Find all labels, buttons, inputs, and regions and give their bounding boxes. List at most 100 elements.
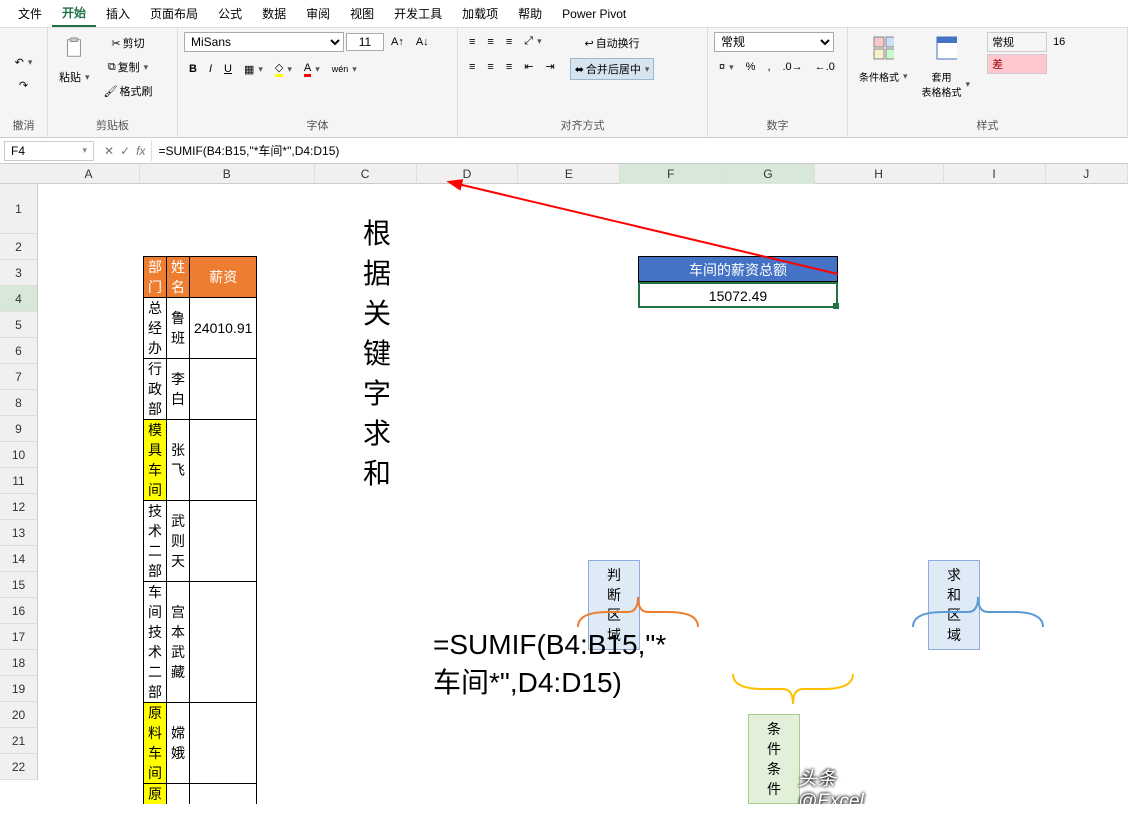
- row-header-22[interactable]: 22: [0, 754, 37, 780]
- table-cell[interactable]: 行政部: [144, 359, 167, 420]
- table-cell[interactable]: 李白: [167, 359, 190, 420]
- col-header-A[interactable]: A: [38, 164, 140, 184]
- table-cell[interactable]: 刘备: [167, 784, 190, 805]
- row-header-17[interactable]: 17: [0, 624, 37, 650]
- conditional-format-button[interactable]: [867, 32, 899, 64]
- row-header-10[interactable]: 10: [0, 442, 37, 468]
- format-painter-button[interactable]: 🖌格式刷: [99, 80, 158, 102]
- fill-color-button[interactable]: ◇: [270, 58, 297, 80]
- row-header-13[interactable]: 13: [0, 520, 37, 546]
- table-cell[interactable]: 张飞: [167, 420, 190, 501]
- row-header-2[interactable]: 2: [0, 234, 37, 260]
- italic-button[interactable]: I: [204, 60, 217, 78]
- comma-button[interactable]: ,: [762, 58, 775, 76]
- table-cell[interactable]: 武则天: [167, 501, 190, 582]
- decrease-font-button[interactable]: A↓: [411, 33, 434, 51]
- table-cell[interactable]: 24010.91: [190, 298, 257, 359]
- wrap-text-button[interactable]: ↩自动换行: [570, 32, 655, 54]
- row-header-11[interactable]: 11: [0, 468, 37, 494]
- style-normal[interactable]: 常规: [987, 32, 1047, 52]
- row-header-6[interactable]: 6: [0, 338, 37, 364]
- row-header-1[interactable]: 1: [0, 184, 37, 234]
- align-middle-button[interactable]: ≡: [482, 33, 498, 51]
- col-header-G[interactable]: G: [722, 164, 814, 184]
- menu-tab-10[interactable]: 帮助: [508, 1, 552, 26]
- menu-tab-7[interactable]: 视图: [340, 1, 384, 26]
- percent-button[interactable]: %: [741, 58, 761, 76]
- confirm-icon[interactable]: ✓: [120, 144, 130, 158]
- phonetic-button[interactable]: wén: [327, 61, 362, 78]
- col-header-I[interactable]: I: [944, 164, 1046, 184]
- menu-tab-11[interactable]: Power Pivot: [552, 3, 636, 25]
- table-cell[interactable]: [190, 582, 257, 703]
- col-header-D[interactable]: D: [417, 164, 519, 184]
- formula-input[interactable]: =SUMIF(B4:B15,"*车间*",D4:D15): [151, 140, 1128, 161]
- table-cell[interactable]: 原料车间: [144, 784, 167, 805]
- table-cell[interactable]: [190, 703, 257, 784]
- col-header-H[interactable]: H: [815, 164, 944, 184]
- cut-button[interactable]: ✂剪切: [99, 32, 158, 54]
- align-bottom-button[interactable]: ≡: [501, 33, 517, 51]
- menu-tab-5[interactable]: 数据: [252, 1, 296, 26]
- col-header-F[interactable]: F: [620, 164, 722, 184]
- decrease-decimal-button[interactable]: ←.0: [810, 58, 840, 76]
- menu-tab-6[interactable]: 审阅: [296, 1, 340, 26]
- table-cell[interactable]: 嫦娥: [167, 703, 190, 784]
- row-header-4[interactable]: 4: [0, 286, 37, 312]
- row-header-5[interactable]: 5: [0, 312, 37, 338]
- table-cell[interactable]: 原料车间: [144, 703, 167, 784]
- table-cell[interactable]: [190, 501, 257, 582]
- row-header-12[interactable]: 12: [0, 494, 37, 520]
- bold-button[interactable]: B: [184, 60, 202, 78]
- font-name-select[interactable]: MiSans: [184, 32, 344, 52]
- row-header-8[interactable]: 8: [0, 390, 37, 416]
- style-bad[interactable]: 差: [987, 54, 1047, 74]
- align-top-button[interactable]: ≡: [464, 33, 480, 51]
- copy-button[interactable]: ⧉复制: [99, 56, 158, 78]
- table-cell[interactable]: 总经办: [144, 298, 167, 359]
- table-cell[interactable]: 鲁班: [167, 298, 190, 359]
- paste-label[interactable]: 粘贴: [54, 66, 95, 88]
- row-header-21[interactable]: 21: [0, 728, 37, 754]
- fx-icon[interactable]: fx: [136, 144, 145, 158]
- row-header-3[interactable]: 3: [0, 260, 37, 286]
- indent-increase-button[interactable]: ⇥: [540, 57, 559, 76]
- menu-tab-0[interactable]: 文件: [8, 1, 52, 26]
- increase-decimal-button[interactable]: .0→: [778, 58, 808, 76]
- col-header-B[interactable]: B: [140, 164, 315, 184]
- table-cell[interactable]: [190, 420, 257, 501]
- paste-button[interactable]: [58, 32, 90, 64]
- col-header-E[interactable]: E: [518, 164, 620, 184]
- col-header-C[interactable]: C: [315, 164, 417, 184]
- row-header-19[interactable]: 19: [0, 676, 37, 702]
- row-header-18[interactable]: 18: [0, 650, 37, 676]
- spreadsheet-grid[interactable]: ABCDEFGHIJ 12345678910111213141516171819…: [0, 164, 1128, 804]
- align-right-button[interactable]: ≡: [501, 58, 517, 76]
- cond-format-label[interactable]: 条件格式: [854, 66, 913, 87]
- table-cell[interactable]: 模具车间: [144, 420, 167, 501]
- menu-tab-3[interactable]: 页面布局: [140, 1, 208, 26]
- increase-font-button[interactable]: A↑: [386, 33, 409, 51]
- undo-button[interactable]: ↶: [10, 53, 38, 72]
- menu-tab-4[interactable]: 公式: [208, 1, 252, 26]
- currency-button[interactable]: ¤: [714, 58, 739, 76]
- row-header-7[interactable]: 7: [0, 364, 37, 390]
- orientation-button[interactable]: ⤢: [519, 32, 546, 51]
- row-header-20[interactable]: 20: [0, 702, 37, 728]
- col-header-J[interactable]: J: [1046, 164, 1128, 184]
- row-header-16[interactable]: 16: [0, 598, 37, 624]
- row-header-9[interactable]: 9: [0, 416, 37, 442]
- font-size-input[interactable]: [346, 33, 384, 51]
- name-box[interactable]: F4▾: [4, 141, 94, 161]
- underline-button[interactable]: U: [219, 60, 237, 78]
- table-cell[interactable]: [190, 359, 257, 420]
- table-cell[interactable]: 技术二部: [144, 501, 167, 582]
- font-color-button[interactable]: A: [299, 59, 325, 80]
- menu-tab-8[interactable]: 开发工具: [384, 1, 452, 26]
- menu-tab-1[interactable]: 开始: [52, 0, 96, 27]
- table-cell[interactable]: 车间技术二部: [144, 582, 167, 703]
- menu-tab-2[interactable]: 插入: [96, 1, 140, 26]
- align-left-button[interactable]: ≡: [464, 58, 480, 76]
- cancel-icon[interactable]: ✕: [104, 144, 114, 158]
- row-header-14[interactable]: 14: [0, 546, 37, 572]
